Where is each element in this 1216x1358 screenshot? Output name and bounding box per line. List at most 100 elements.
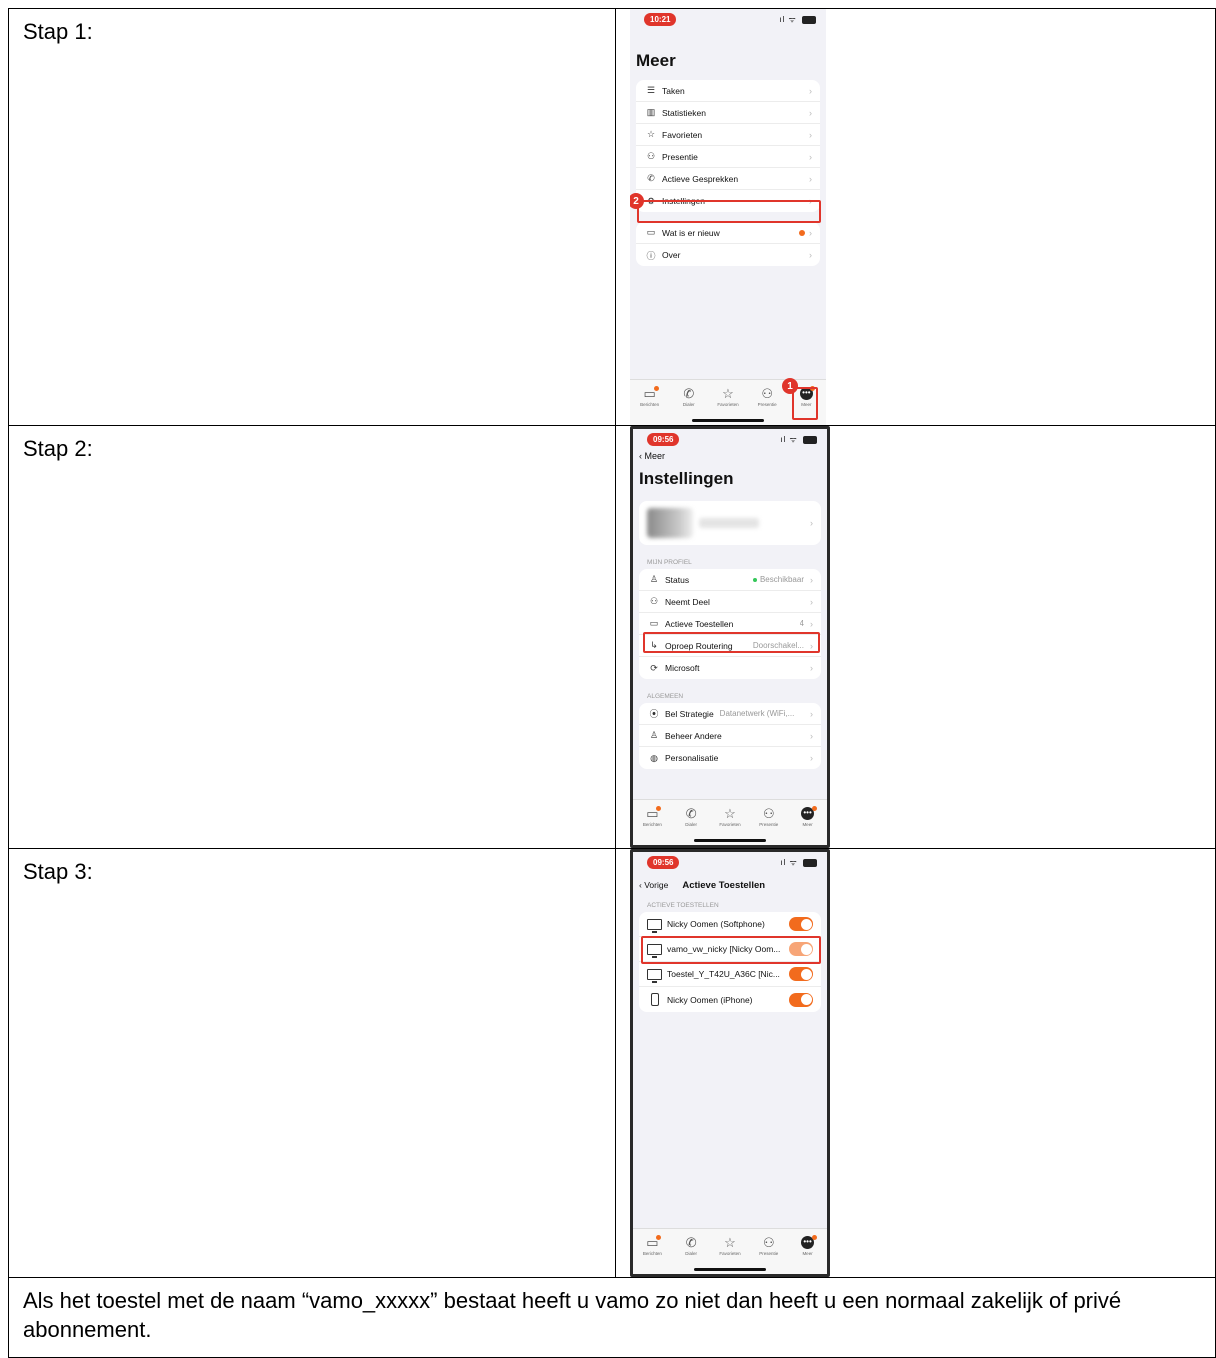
menu-item-wat-is-er-nieuw[interactable]: ▭ Wat is er nieuw ›	[636, 222, 820, 244]
setting-bel-strategie[interactable]: ⦿ Bel Strategie Datanetwerk (WiFi,... ›	[639, 703, 821, 725]
tasks-icon: ☰	[646, 85, 656, 95]
status-time: 09:56	[647, 856, 680, 869]
new-indicator-dot	[799, 229, 805, 236]
chevron-right-icon: ›	[810, 618, 813, 629]
status-bar: 09:56 ıl ᯤ	[633, 429, 827, 451]
notification-dot	[811, 806, 817, 811]
folder-icon: ▭	[646, 227, 656, 237]
signal-icon: ⦿	[649, 709, 659, 719]
people-icon: ⚇	[649, 596, 659, 606]
people-icon: ⚇	[762, 1235, 775, 1250]
tab-berichten[interactable]: ▭ Berichten	[637, 806, 667, 845]
info-icon: ⓘ	[646, 250, 656, 261]
chevron-right-icon: ›	[809, 227, 812, 238]
setting-microsoft[interactable]: ⟳ Microsoft ›	[639, 657, 821, 679]
explanation-text: Als het toestel met de naam “vamo_xxxxx”…	[8, 1277, 1216, 1358]
chevron-right-icon: ›	[810, 663, 813, 673]
step-2-label: Stap 2:	[8, 425, 616, 849]
sync-icon: ⟳	[650, 662, 658, 673]
menu-item-statistieken[interactable]: ▥ Statistieken ›	[636, 102, 820, 124]
screenshot-meer: 10:21 ıl ᯤ Meer ☰ Taken › ▥ Statistieken › ☆…	[630, 9, 826, 425]
unread-dot	[656, 806, 662, 811]
chevron-right-icon: ›	[810, 596, 813, 607]
highlight-vamo-device	[641, 936, 821, 964]
profile-name-blurred	[699, 518, 759, 528]
chevron-right-icon: ›	[809, 151, 812, 162]
setting-personalisatie[interactable]: ◍ Personalisatie ›	[639, 747, 821, 769]
chevron-right-icon: ›	[810, 574, 813, 585]
profile-settings-card: ♙ Status Beschikbaar › ⚇ Neemt Deel › ▭ Actiev…	[639, 569, 821, 679]
star-icon: ☆	[722, 386, 734, 401]
menu-item-favorieten[interactable]: ☆ Favorieten ›	[636, 124, 820, 146]
star-icon: ☆	[724, 806, 736, 821]
menu-item-taken[interactable]: ☰ Taken ›	[636, 80, 820, 102]
chevron-right-icon: ›	[809, 107, 812, 118]
section-actieve-toestellen: ACTIEVE TOESTELLEN	[647, 902, 719, 909]
tab-berichten[interactable]: ▭ Berichten	[637, 1235, 667, 1274]
manage-icon: ♙	[649, 730, 659, 740]
setting-status[interactable]: ♙ Status Beschikbaar ›	[639, 569, 821, 591]
menu-item-actieve-gesprekken[interactable]: ✆ Actieve Gesprekken ›	[636, 168, 820, 190]
highlight-actieve-toestellen	[643, 632, 820, 653]
avatar	[647, 508, 693, 538]
status-time: 09:56	[647, 433, 680, 446]
chevron-right-icon: ›	[810, 518, 813, 528]
device-row: Toestel_Y_T42U_A36C [Nic...	[639, 962, 821, 987]
iphone-icon	[651, 993, 659, 1006]
back-button[interactable]: ‹ Vorige	[639, 880, 668, 890]
device-toggle[interactable]	[789, 992, 813, 1007]
person-icon: ♙	[649, 574, 659, 584]
tab-meer[interactable]: ••• Meer	[793, 806, 823, 845]
people-icon: ⚇	[761, 386, 773, 401]
people-icon: ⚇	[762, 806, 775, 821]
chevron-right-icon: ›	[810, 708, 813, 719]
status-dot	[752, 577, 757, 582]
menu-item-presentie[interactable]: ⚇ Presentie ›	[636, 146, 820, 168]
back-button[interactable]: ‹ Meer	[633, 451, 827, 461]
page-title: Meer	[636, 51, 676, 70]
status-bar: 09:56 ıl ᯤ	[633, 852, 827, 874]
device-toggle[interactable]	[789, 967, 813, 981]
stats-icon: ▥	[646, 107, 656, 117]
home-indicator	[694, 1268, 766, 1271]
device-row: Nicky Oomen (iPhone)	[639, 987, 821, 1012]
people-icon: ⚇	[646, 151, 656, 161]
monitor-icon	[647, 968, 662, 983]
home-indicator	[694, 839, 766, 842]
section-mijn-profiel: MIJN PROFIEL	[647, 559, 692, 566]
chevron-left-icon: ‹	[639, 880, 642, 890]
menu-card: ☰ Taken › ▥ Statistieken › ☆ Favorieten › ⚇ Pre…	[636, 80, 820, 212]
instruction-table: Stap 1: 10:21 ıl ᯤ Meer ☰ Taken › ▥ Statist…	[8, 8, 1216, 1358]
unread-dot	[653, 386, 659, 391]
step-badge-1: 1	[782, 378, 798, 394]
status-icons: ıl ᯤ	[780, 857, 817, 868]
profile-card[interactable]: ›	[639, 501, 821, 545]
setting-neemt-deel[interactable]: ⚇ Neemt Deel ›	[639, 591, 821, 613]
step-3-image-cell: 09:56 ıl ᯤ ‹ Vorige Actieve Toestellen A…	[615, 848, 1216, 1278]
status-icons: ıl ᯤ	[779, 14, 816, 25]
page-title: Instellingen	[639, 469, 734, 488]
phone-icon: ✆	[683, 386, 695, 401]
devices-icon: ▭	[649, 618, 659, 628]
phone-icon: ✆	[685, 806, 697, 821]
status-time: 10:21	[644, 13, 677, 26]
tab-bar: ▭ Berichten ✆ Dialer ☆ Favorieten ⚇ Presenti…	[633, 799, 827, 845]
status-bar: 10:21 ıl ᯤ	[630, 9, 826, 31]
device-toggle[interactable]	[789, 917, 813, 931]
tab-berichten[interactable]: ▭ Berichten	[635, 386, 665, 425]
step-3-label: Stap 3:	[8, 848, 616, 1278]
tab-bar: ▭ Berichten ✆ Dialer ☆ Favorieten ⚇ Presenti…	[633, 1228, 827, 1274]
highlight-instellingen	[637, 200, 821, 223]
step-1-label: Stap 1:	[8, 8, 616, 426]
chevron-right-icon: ›	[810, 753, 813, 763]
call-icon: ✆	[647, 173, 655, 183]
highlight-meer-tab	[792, 387, 818, 420]
screenshot-actieve-toestellen: 09:56 ıl ᯤ ‹ Vorige Actieve Toestellen A…	[630, 849, 830, 1277]
setting-beheer-andere[interactable]: ♙ Beheer Andere ›	[639, 725, 821, 747]
chevron-right-icon: ›	[810, 730, 813, 741]
home-indicator	[692, 419, 764, 422]
page-title: Actieve Toestellen	[682, 879, 766, 891]
general-settings-card: ⦿ Bel Strategie Datanetwerk (WiFi,... › ♙ Be…	[639, 703, 821, 769]
tab-meer[interactable]: ••• Meer	[793, 1235, 823, 1274]
menu-item-over[interactable]: ⓘ Over ›	[636, 244, 820, 266]
